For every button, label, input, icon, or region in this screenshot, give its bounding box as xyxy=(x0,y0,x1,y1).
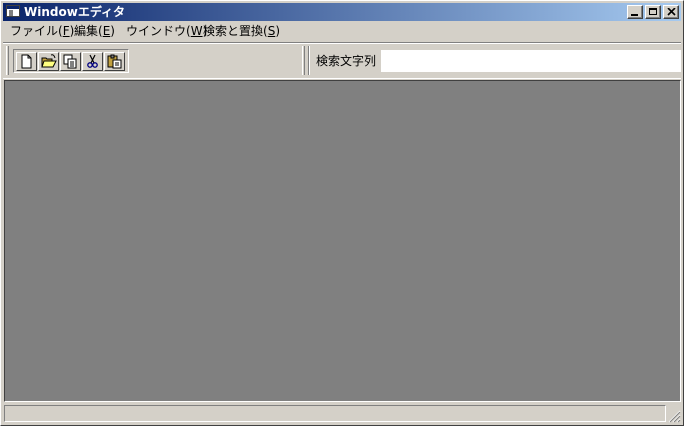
close-icon xyxy=(667,8,676,16)
status-panel xyxy=(4,405,666,422)
minimize-button[interactable] xyxy=(627,5,643,19)
resize-grip-icon[interactable] xyxy=(668,410,681,423)
open-button[interactable] xyxy=(38,52,59,71)
standard-toolbar xyxy=(13,49,129,73)
menu-edit-label: 編集( xyxy=(74,24,103,38)
new-document-icon xyxy=(21,54,32,69)
main-window: Windowエディタ ファイル(F) 編集(E) ウインドウ(W) 検索と置換(… xyxy=(0,0,684,426)
toolbar-grip[interactable] xyxy=(6,46,9,75)
cut-button[interactable] xyxy=(82,52,103,71)
title-bar[interactable]: Windowエディタ xyxy=(3,3,681,21)
menu-window[interactable]: ウインドウ(W) xyxy=(126,24,207,39)
menu-edit[interactable]: 編集(E) xyxy=(74,24,115,39)
window-title: Windowエディタ xyxy=(24,5,125,19)
mdi-client-area[interactable] xyxy=(4,80,681,402)
status-bar xyxy=(4,404,681,423)
search-label: 検索文字列 xyxy=(316,54,377,68)
paste-icon xyxy=(107,54,122,69)
new-button[interactable] xyxy=(16,52,37,71)
toolbar-rebar: 検索文字列 xyxy=(3,42,681,79)
open-folder-icon xyxy=(41,54,57,68)
menu-file-label: ファイル( xyxy=(10,24,63,38)
maximize-button[interactable] xyxy=(645,5,661,19)
close-button[interactable] xyxy=(663,5,679,19)
paste-button[interactable] xyxy=(104,52,125,71)
search-bar-separator xyxy=(308,46,310,75)
cut-icon xyxy=(87,54,98,68)
menu-search-replace[interactable]: 検索と置換(S) xyxy=(203,24,280,39)
copy-button[interactable] xyxy=(60,52,81,71)
menu-search-replace-label: 検索と置換( xyxy=(203,24,268,38)
menu-edit-suffix: ) xyxy=(110,24,115,38)
menu-search-replace-suffix: ) xyxy=(275,24,280,38)
search-bar-grip[interactable] xyxy=(302,46,305,75)
menu-bar: ファイル(F) 編集(E) ウインドウ(W) 検索と置換(S) xyxy=(3,22,681,41)
app-window-icon[interactable] xyxy=(6,5,20,17)
menu-window-accel: W xyxy=(190,24,203,38)
menu-file[interactable]: ファイル(F) xyxy=(10,24,74,39)
copy-icon xyxy=(63,54,77,69)
menu-window-label: ウインドウ( xyxy=(126,24,191,38)
search-input[interactable] xyxy=(381,50,681,72)
menu-file-accel: F xyxy=(62,24,70,38)
